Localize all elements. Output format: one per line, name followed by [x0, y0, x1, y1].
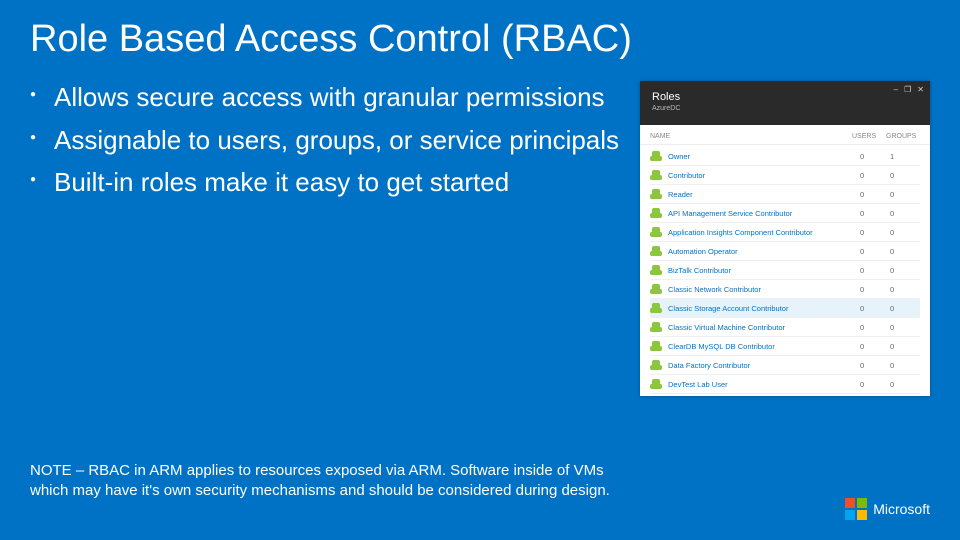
window-controls: –❐ ✕ [894, 85, 924, 94]
role-users: 0 [860, 228, 890, 237]
role-row[interactable]: Automation Operator00 [650, 242, 920, 261]
role-row[interactable]: Classic Storage Account Contributor00 [650, 299, 920, 318]
role-icon [650, 322, 664, 332]
footer-note: NOTE – RBAC in ARM applies to resources … [0, 461, 640, 500]
role-icon [650, 303, 664, 313]
role-icon [650, 151, 664, 161]
role-name: API Management Service Contributor [668, 209, 860, 218]
role-name: Contributor [668, 171, 860, 180]
role-groups: 0 [890, 190, 920, 199]
role-icon [650, 227, 664, 237]
slide-title: Role Based Access Control (RBAC) [0, 0, 960, 61]
role-users: 0 [860, 266, 890, 275]
role-name: Classic Storage Account Contributor [668, 304, 860, 313]
role-row[interactable]: API Management Service Contributor00 [650, 204, 920, 223]
col-name: NAME [650, 133, 852, 140]
role-users: 0 [860, 171, 890, 180]
microsoft-logo: Microsoft [845, 498, 930, 520]
role-groups: 0 [890, 171, 920, 180]
col-groups: GROUPS [886, 133, 920, 140]
role-users: 0 [860, 361, 890, 370]
role-groups: 0 [890, 266, 920, 275]
role-icon [650, 360, 664, 370]
bullet-item: Built-in roles make it easy to get start… [30, 166, 620, 199]
role-users: 0 [860, 304, 890, 313]
role-icon [650, 170, 664, 180]
bullet-item: Assignable to users, groups, or service … [30, 124, 620, 157]
role-row[interactable]: DevTest Lab User00 [650, 375, 920, 394]
role-users: 0 [860, 285, 890, 294]
role-icon [650, 246, 664, 256]
slide-content: Allows secure access with granular permi… [0, 61, 960, 396]
role-icon [650, 341, 664, 351]
role-groups: 0 [890, 228, 920, 237]
panel-header: –❐ ✕ Roles AzureDC [640, 81, 930, 125]
role-row[interactable]: BizTalk Contributor00 [650, 261, 920, 280]
role-groups: 1 [890, 152, 920, 161]
roles-list: Owner01Contributor00Reader00API Manageme… [640, 145, 930, 396]
microsoft-logo-icon [845, 498, 867, 520]
window-control-icon[interactable]: ❐ [904, 85, 911, 94]
role-icon [650, 265, 664, 275]
role-name: Application Insights Component Contribut… [668, 228, 860, 237]
role-icon [650, 284, 664, 294]
role-row[interactable]: ClearDB MySQL DB Contributor00 [650, 337, 920, 356]
role-groups: 0 [890, 285, 920, 294]
window-control-icon[interactable]: ✕ [917, 85, 924, 94]
role-icon [650, 379, 664, 389]
panel-subtitle: AzureDC [652, 105, 918, 112]
col-users: USERS [852, 133, 886, 140]
role-row[interactable]: Classic Virtual Machine Contributor00 [650, 318, 920, 337]
role-groups: 0 [890, 342, 920, 351]
role-groups: 0 [890, 209, 920, 218]
role-groups: 0 [890, 304, 920, 313]
role-users: 0 [860, 342, 890, 351]
role-row[interactable]: Classic Network Contributor00 [650, 280, 920, 299]
role-name: DevTest Lab User [668, 380, 860, 389]
role-users: 0 [860, 190, 890, 199]
role-row[interactable]: Application Insights Component Contribut… [650, 223, 920, 242]
role-icon [650, 189, 664, 199]
role-row[interactable]: Contributor00 [650, 166, 920, 185]
role-users: 0 [860, 323, 890, 332]
window-control-icon[interactable]: – [894, 85, 898, 94]
bullet-item: Allows secure access with granular permi… [30, 81, 620, 114]
role-name: BizTalk Contributor [668, 266, 860, 275]
panel-columns: NAME USERS GROUPS [640, 125, 930, 145]
role-row[interactable]: Owner01 [650, 147, 920, 166]
panel-title: Roles [652, 91, 918, 103]
role-groups: 0 [890, 361, 920, 370]
role-name: Data Factory Contributor [668, 361, 860, 370]
role-users: 0 [860, 209, 890, 218]
role-name: Reader [668, 190, 860, 199]
role-name: ClearDB MySQL DB Contributor [668, 342, 860, 351]
role-name: Owner [668, 152, 860, 161]
role-icon [650, 208, 664, 218]
role-users: 0 [860, 247, 890, 256]
role-row[interactable]: Data Factory Contributor00 [650, 356, 920, 375]
role-row[interactable]: Reader00 [650, 185, 920, 204]
role-groups: 0 [890, 380, 920, 389]
bullet-list: Allows secure access with granular permi… [30, 81, 620, 396]
role-groups: 0 [890, 323, 920, 332]
role-name: Automation Operator [668, 247, 860, 256]
role-name: Classic Network Contributor [668, 285, 860, 294]
roles-panel: –❐ ✕ Roles AzureDC NAME USERS GROUPS Owne… [640, 81, 930, 396]
role-users: 0 [860, 380, 890, 389]
role-users: 0 [860, 152, 890, 161]
role-name: Classic Virtual Machine Contributor [668, 323, 860, 332]
role-groups: 0 [890, 247, 920, 256]
microsoft-logo-label: Microsoft [873, 501, 930, 517]
